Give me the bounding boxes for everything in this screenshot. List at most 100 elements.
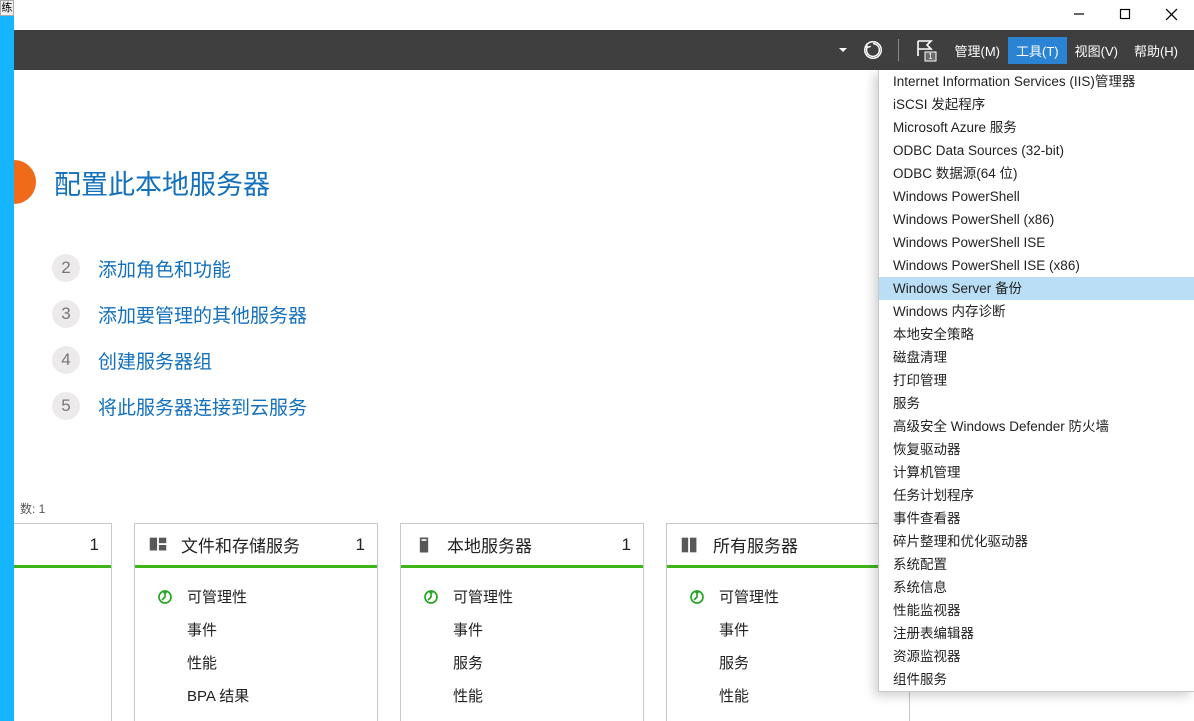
step-number: 4 [52, 346, 80, 374]
quickstart-link[interactable]: 创建服务器组 [98, 347, 212, 374]
dashboard-tile[interactable]: 所有服务器1 可管理性事件服务性能 BPA 结果 [666, 523, 910, 721]
tools-menu-item[interactable]: 恢复驱动器 [879, 438, 1194, 461]
tools-menu-item[interactable]: Microsoft Azure 服务 [879, 116, 1194, 139]
tile-row[interactable]: 可管理性 [679, 582, 897, 615]
menu-view[interactable]: 视图(V) [1067, 37, 1126, 64]
tile-row-label: 性能 [719, 685, 749, 706]
tile-row-label: BPA 结果 [187, 685, 249, 706]
menu-tools[interactable]: 工具(T) [1008, 37, 1067, 64]
tile-title: 文件和存储服务 [181, 532, 344, 557]
tools-menu-item[interactable]: Internet Information Services (IIS)管理器 [879, 70, 1194, 93]
tools-menu-item[interactable]: iSCSI 发起程序 [879, 93, 1194, 116]
tile-row[interactable]: 事件 [147, 615, 365, 648]
tools-menu-item[interactable]: 碎片整理和优化驱动器 [879, 530, 1194, 553]
tile-row-label: 服务 [453, 652, 483, 673]
close-button[interactable] [1148, 0, 1194, 28]
tile-body: 可管理性事件服务性能 BPA 结果 [667, 568, 909, 721]
tile-row[interactable]: 事件 [679, 615, 897, 648]
flag-notification-icon[interactable]: 1 [913, 38, 937, 62]
left-strip: 练 [0, 0, 14, 721]
dashboard-tile[interactable]: 1 [14, 523, 112, 721]
tools-menu-item[interactable]: Windows PowerShell [879, 185, 1194, 208]
tile-row[interactable]: 服务 [679, 648, 897, 681]
tile-row[interactable]: 可管理性 [147, 582, 365, 615]
tools-menu-item[interactable]: 磁盘清理 [879, 346, 1194, 369]
quickstart-link[interactable]: 添加角色和功能 [98, 255, 231, 282]
tools-menu-item[interactable]: ODBC Data Sources (32-bit) [879, 139, 1194, 162]
titlebar [14, 0, 1194, 30]
tile-row-label: 事件 [453, 619, 483, 640]
tile-count: 1 [356, 535, 365, 555]
tools-menu-item[interactable]: 本地安全策略 [879, 323, 1194, 346]
tools-menu-item[interactable]: 性能监视器 [879, 599, 1194, 622]
tools-menu-item[interactable]: Windows Server 备份 [879, 277, 1194, 300]
tile-row[interactable]: 事件 [413, 615, 631, 648]
tile-row[interactable]: BPA 结果 [679, 714, 897, 721]
status-text: 数: 1 [20, 500, 45, 517]
tools-menu-item[interactable]: Windows PowerShell ISE [879, 231, 1194, 254]
quickstart-title: 配置此本地服务器 [54, 163, 270, 202]
tile-title: 本地服务器 [447, 532, 610, 557]
toolbar: 1 管理(M) 工具(T) 视图(V) 帮助(H) [14, 30, 1194, 70]
maximize-button[interactable] [1102, 0, 1148, 28]
svg-text:1: 1 [928, 52, 933, 61]
step-number: 3 [52, 300, 80, 328]
quickstart-link[interactable]: 添加要管理的其他服务器 [98, 301, 307, 328]
tools-menu-item[interactable]: 高级安全 Windows Defender 防火墙 [879, 415, 1194, 438]
tile-row-label: 性能 [453, 685, 483, 706]
tools-menu-item[interactable]: 计算机管理 [879, 461, 1194, 484]
dashboard-tile[interactable]: 本地服务器 1 可管理性事件服务性能 BPA 结果 [400, 523, 644, 721]
server-icon [413, 535, 435, 555]
quickstart-link[interactable]: 将此服务器连接到云服务 [98, 393, 307, 420]
strip-tag: 练 [0, 0, 14, 16]
tile-row[interactable]: BPA 结果 [147, 681, 365, 714]
tools-menu-item[interactable]: 事件查看器 [879, 507, 1194, 530]
tools-menu-item[interactable]: 系统配置 [879, 553, 1194, 576]
tile-row[interactable]: BPA 结果 [413, 714, 631, 721]
tools-menu-item[interactable]: 组件服务 [879, 668, 1194, 691]
tile-row[interactable]: 可管理性 [413, 582, 631, 615]
tile-row-label: 服务 [719, 652, 749, 673]
tools-menu-item[interactable]: 系统信息 [879, 576, 1194, 599]
tile-count: 1 [622, 535, 631, 555]
tile-row-label: 可管理性 [187, 586, 247, 607]
tools-menu-item[interactable]: 注册表编辑器 [879, 622, 1194, 645]
tile-body: 可管理性事件服务性能 BPA 结果 [401, 568, 643, 721]
manage-icon [687, 588, 707, 606]
tile-row[interactable]: 性能 [679, 681, 897, 714]
tile-row-label: 性能 [187, 652, 217, 673]
tile-row[interactable]: 服务 [413, 648, 631, 681]
dashboard-tile[interactable]: 文件和存储服务 1 可管理性事件性能 BPA 结果 [134, 523, 378, 721]
menu-help[interactable]: 帮助(H) [1126, 37, 1186, 64]
servers-icon [679, 534, 701, 556]
tile-row-label: 可管理性 [719, 586, 779, 607]
tile-header: 本地服务器 1 [401, 524, 643, 568]
tile-body: 可管理性事件性能 BPA 结果 [135, 568, 377, 721]
manage-icon [421, 588, 441, 606]
step-number: 2 [52, 254, 80, 282]
tile-row-label: 可管理性 [453, 586, 513, 607]
tools-menu-item[interactable]: 打印管理 [879, 369, 1194, 392]
tile-row[interactable]: 性能 [413, 681, 631, 714]
tile-row[interactable]: 性能 [147, 648, 365, 681]
dropdown-caret-icon[interactable] [838, 45, 848, 55]
tile-row-label: 事件 [187, 619, 217, 640]
tools-menu-item[interactable]: Windows 内存诊断 [879, 300, 1194, 323]
tools-menu-item[interactable]: Windows PowerShell ISE (x86) [879, 254, 1194, 277]
tools-menu-item[interactable]: 服务 [879, 392, 1194, 415]
tools-menu-item[interactable]: Windows PowerShell (x86) [879, 208, 1194, 231]
tile-header: 文件和存储服务 1 [135, 524, 377, 568]
minimize-button[interactable] [1056, 0, 1102, 28]
tools-menu-item[interactable]: 资源监视器 [879, 645, 1194, 668]
accent-dot-icon [14, 160, 36, 204]
manage-icon [155, 588, 175, 606]
step-number: 5 [52, 392, 80, 420]
tools-menu-item[interactable]: ODBC 数据源(64 位) [879, 162, 1194, 185]
stack-icon [147, 534, 169, 556]
toolbar-divider [898, 39, 899, 61]
tile-header: 所有服务器1 [667, 524, 909, 568]
refresh-icon[interactable] [862, 39, 884, 61]
menu-manage[interactable]: 管理(M) [947, 37, 1009, 64]
tools-menu-item[interactable]: 任务计划程序 [879, 484, 1194, 507]
tools-dropdown: Internet Information Services (IIS)管理器iS… [878, 70, 1194, 692]
